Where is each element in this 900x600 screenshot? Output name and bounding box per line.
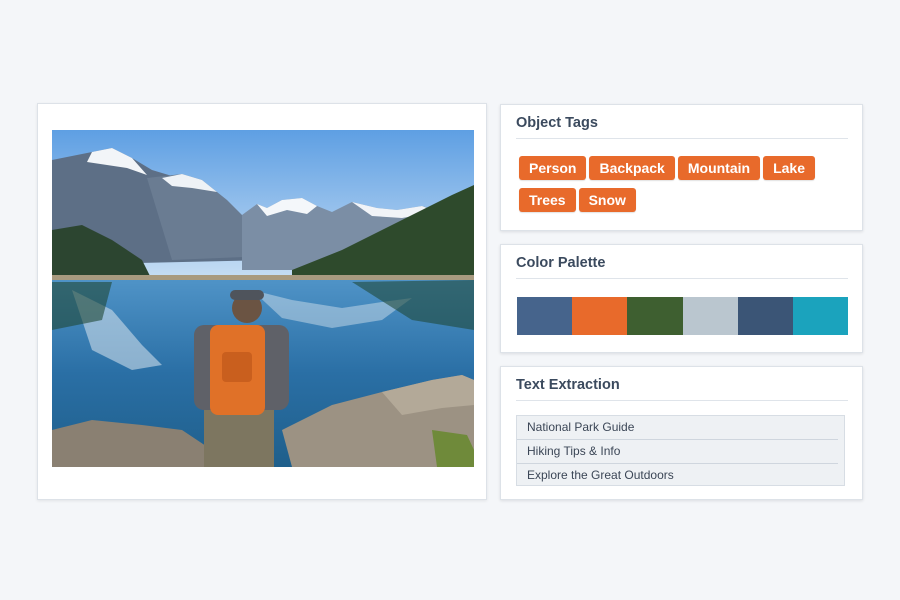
text-extraction-title: Text Extraction [516, 377, 620, 393]
tag-list: Person Backpack Mountain Lake Trees Snow [519, 156, 849, 220]
color-palette-title: Color Palette [516, 255, 606, 271]
object-tags-title: Object Tags [516, 115, 598, 131]
extracted-text-box: National Park Guide Hiking Tips & Info E… [516, 415, 845, 486]
extracted-text-line: Hiking Tips & Info [517, 440, 838, 464]
tag-mountain[interactable]: Mountain [677, 156, 761, 180]
text-extraction-panel: Text Extraction National Park Guide Hiki… [500, 366, 863, 500]
tag-backpack[interactable]: Backpack [589, 156, 675, 180]
analysis-page: Object Tags Person Backpack Mountain Lake Tr… [0, 0, 900, 600]
color-swatch[interactable] [682, 297, 738, 335]
color-swatch[interactable] [517, 297, 573, 335]
color-palette-panel: Color Palette [500, 244, 863, 353]
color-swatch[interactable] [737, 297, 793, 335]
tag-trees[interactable]: Trees [519, 188, 576, 212]
tag-snow[interactable]: Snow [578, 188, 636, 212]
color-swatch[interactable] [792, 297, 849, 335]
tag-person[interactable]: Person [519, 156, 587, 180]
object-tags-panel: Object Tags Person Backpack Mountain Lake Tr… [500, 104, 863, 231]
color-swatch[interactable] [627, 297, 683, 335]
image-card [37, 103, 487, 500]
color-swatch[interactable] [572, 297, 628, 335]
swatch-row [517, 297, 849, 335]
extracted-text-line: Explore the Great Outdoors [527, 468, 674, 482]
tag-lake[interactable]: Lake [763, 156, 815, 180]
extracted-text-line: National Park Guide [517, 416, 838, 440]
divider [516, 400, 848, 401]
divider [516, 278, 848, 279]
divider [516, 138, 848, 139]
landscape-photo [52, 130, 474, 467]
